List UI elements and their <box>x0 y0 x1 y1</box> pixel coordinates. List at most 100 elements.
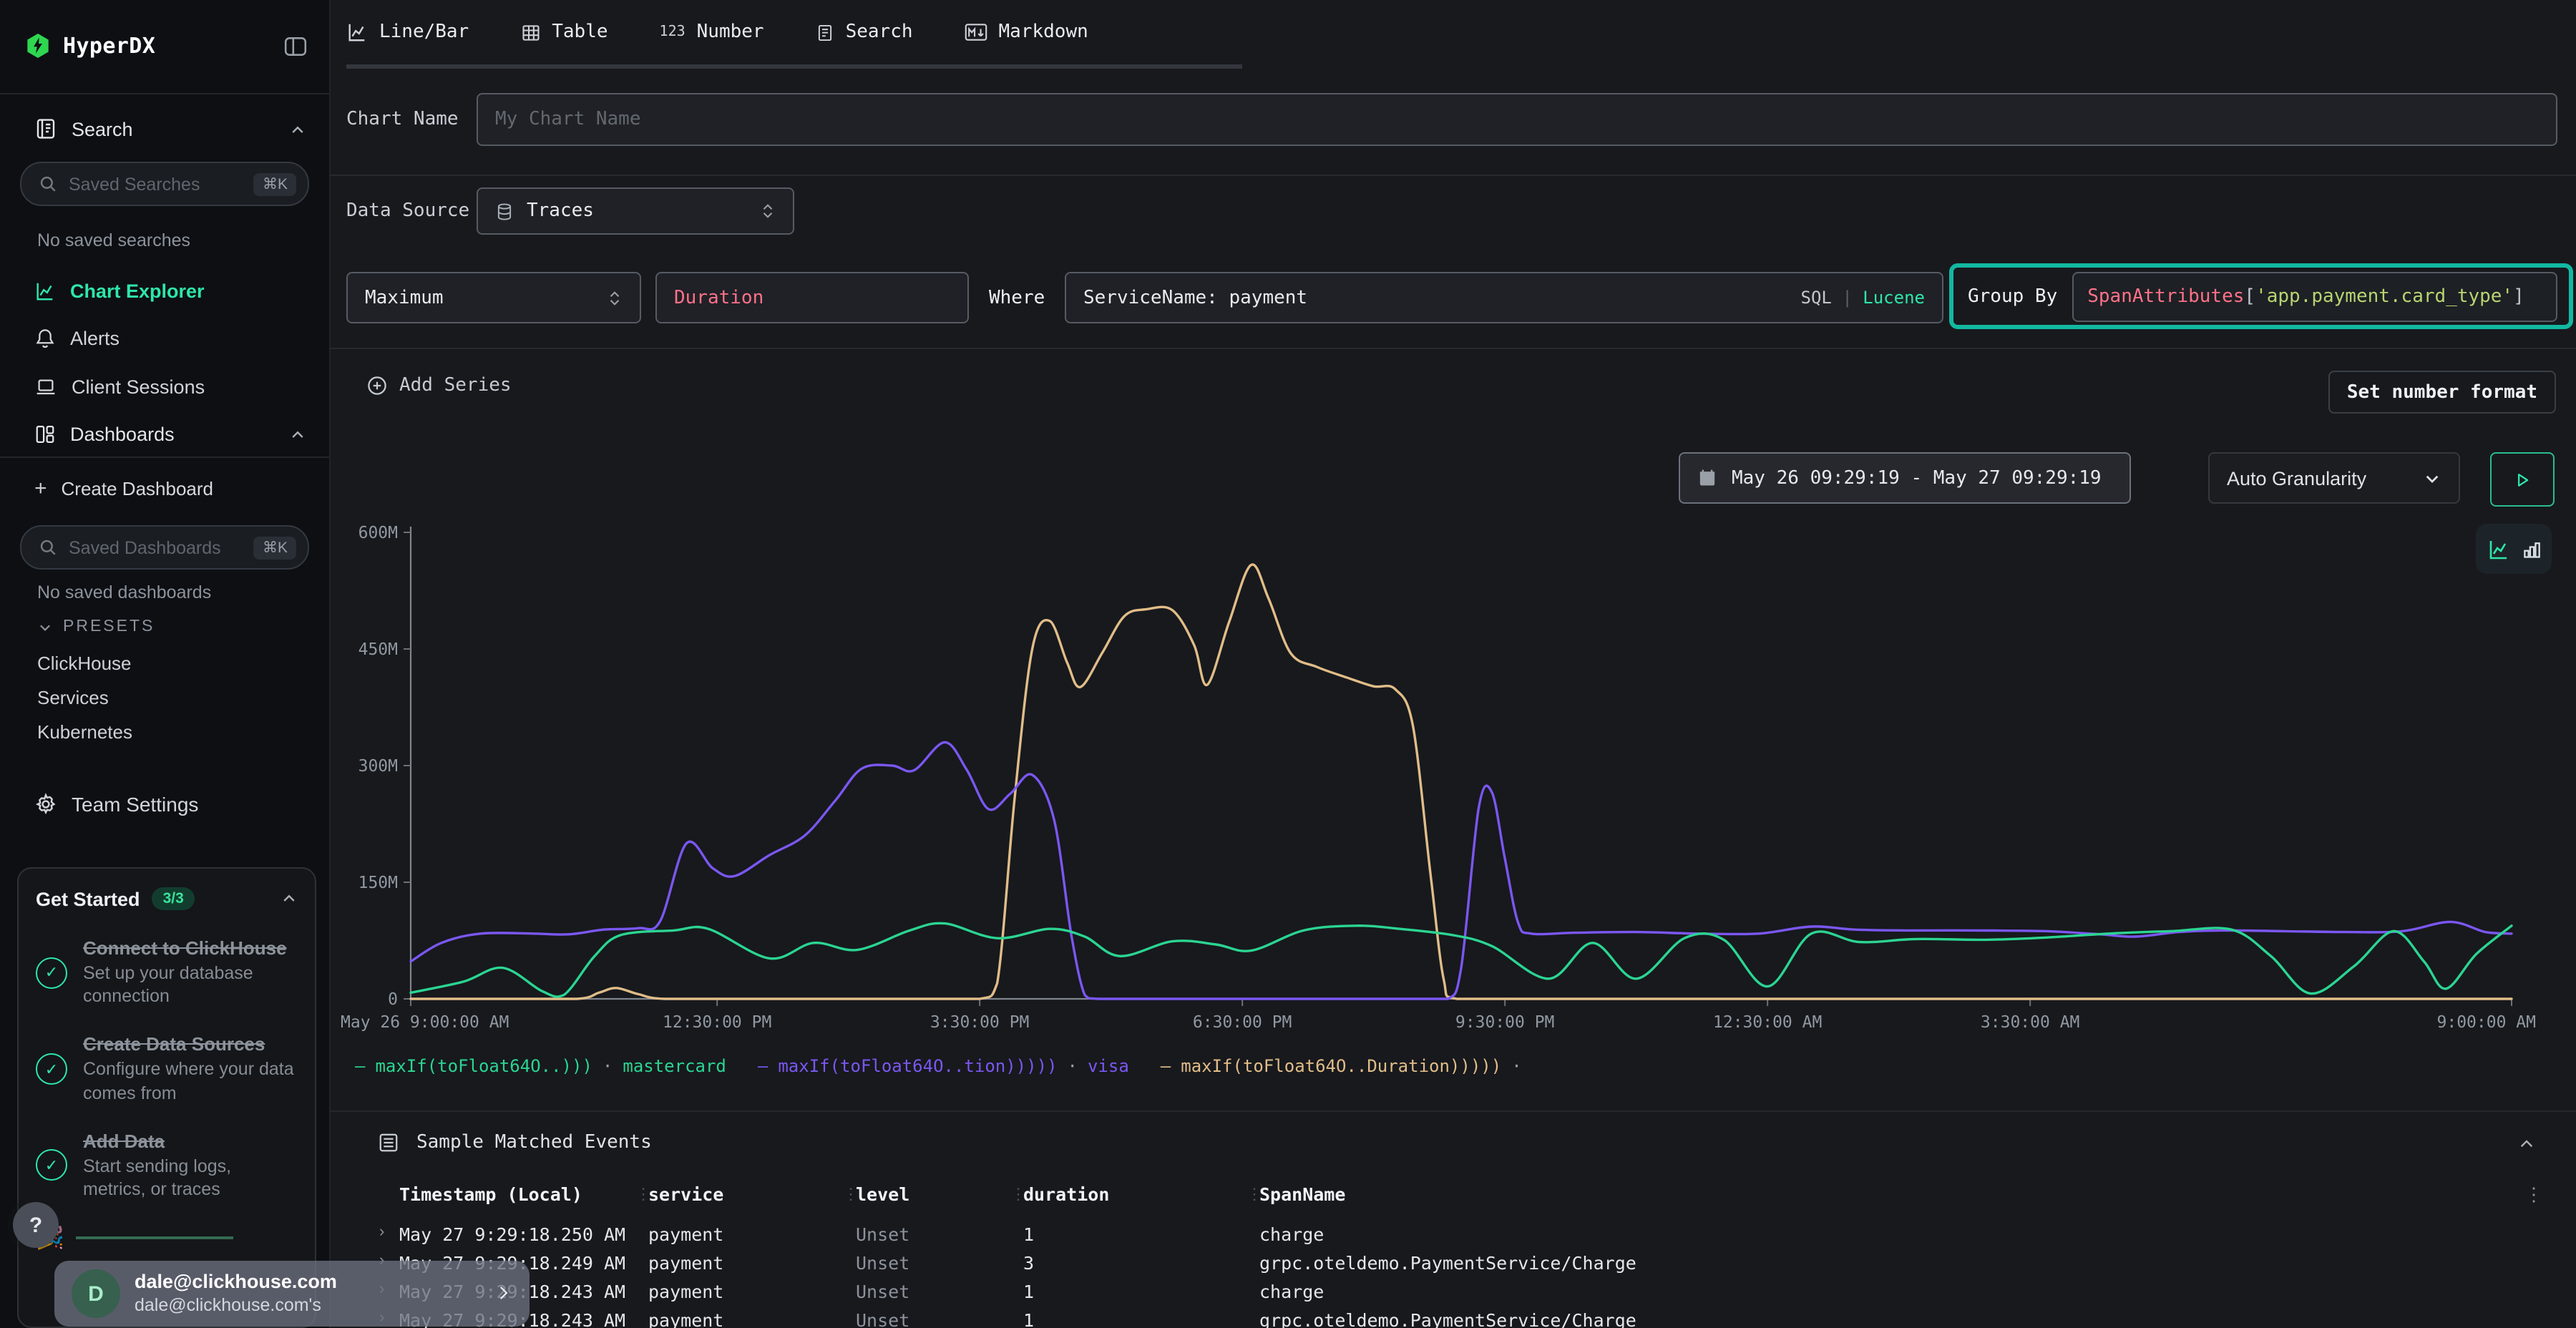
presets-label: PRESETS <box>63 618 155 635</box>
collapse-sidebar-button[interactable] <box>282 34 309 58</box>
language-separator: | <box>1842 288 1852 308</box>
field-value: Duration <box>674 287 763 308</box>
tab-label: Table <box>552 21 608 43</box>
group-by-highlight-box: Group By SpanAttributes['app.payment.car… <box>1949 263 2573 329</box>
get-started-card: Get Started 3/3 ✓Connect to ClickHouseSe… <box>17 867 316 1328</box>
tab-table[interactable]: Table <box>520 0 659 64</box>
preset-services[interactable]: Services <box>37 687 109 708</box>
get-started-item[interactable]: ✓Create Data SourcesConfigure where your… <box>36 1034 298 1105</box>
table-cell: payment <box>648 1281 723 1302</box>
tab-line-bar[interactable]: Line/Bar <box>346 0 520 64</box>
legend-expr[interactable]: maxIf(toFloat64O..Duration))))) <box>1181 1056 1501 1076</box>
legend-expr[interactable]: maxIf(toFloat64O..tion))))) <box>778 1056 1057 1076</box>
group-by-label: Group By <box>1968 285 2057 307</box>
create-dashboard-button[interactable]: + Create Dashboard <box>34 469 213 507</box>
sample-matched-events-section: Sample Matched Events Timestamp (Local) s… <box>329 1110 2576 1328</box>
run-query-button[interactable] <box>2490 452 2555 507</box>
time-range-input[interactable]: May 26 09:29:19 - May 27 09:29:19 <box>1679 452 2131 504</box>
table-row[interactable]: ›May 27 9:29:18.243 AMpaymentUnset1grpc.… <box>329 1307 2576 1328</box>
chevron-up-icon[interactable] <box>289 423 306 444</box>
tab-markdown[interactable]: Markdown <box>965 0 1140 64</box>
data-source-value: Traces <box>527 200 594 222</box>
column-header-service[interactable]: service <box>648 1183 723 1205</box>
expand-row-icon[interactable]: › <box>379 1224 384 1241</box>
table-row[interactable]: ›May 27 9:29:18.249 AMpaymentUnset3grpc.… <box>329 1249 2576 1278</box>
granularity-select[interactable]: Auto Granularity <box>2208 452 2460 504</box>
help-button[interactable]: ? <box>13 1202 59 1248</box>
brand-name: HyperDX <box>63 33 155 59</box>
legend-swatch: — <box>355 1056 365 1076</box>
plus-icon: + <box>34 476 47 500</box>
events-title: Sample Matched Events <box>416 1132 652 1153</box>
column-header-duration[interactable]: duration <box>1023 1183 1109 1205</box>
team-settings-label: Team Settings <box>72 793 198 816</box>
timeseries-chart[interactable]: 0150M300M450M600MMay 26 9:00:00 AM12:30:… <box>329 515 2576 1052</box>
table-row[interactable]: ›May 27 9:29:18.250 AMpaymentUnset1charg… <box>329 1221 2576 1249</box>
table-cell: Unset <box>856 1281 909 1302</box>
set-number-format-button[interactable]: Set number format <box>2328 371 2556 414</box>
get-started-item-title: Add Data <box>83 1131 298 1155</box>
lucene-toggle[interactable]: Lucene <box>1863 288 1925 308</box>
column-resize-handle[interactable]: ⋮ <box>635 1185 651 1204</box>
table-cell: 1 <box>1023 1224 1034 1245</box>
column-header-level[interactable]: level <box>856 1183 909 1205</box>
saved-searches-input[interactable]: Saved Searches ⌘K <box>20 162 309 206</box>
chart-svg: 0150M300M450M600MMay 26 9:00:00 AM12:30:… <box>329 515 2576 1052</box>
get-started-item[interactable]: ✓Connect to ClickHouseSet up your databa… <box>36 937 298 1008</box>
search-section: Search Saved Searches ⌘K No saved search… <box>0 93 329 458</box>
preset-clickhouse[interactable]: ClickHouse <box>37 653 132 674</box>
svg-text:3:30:00 PM: 3:30:00 PM <box>930 1013 1029 1032</box>
chevron-up-icon[interactable] <box>280 886 298 912</box>
presets-toggle[interactable]: PRESETS <box>37 618 155 635</box>
user-menu[interactable]: D dale@clickhouse.com dale@clickhouse.co… <box>54 1261 530 1327</box>
preset-kubernetes[interactable]: Kubernetes <box>37 721 132 743</box>
sql-toggle[interactable]: SQL <box>1801 288 1832 308</box>
database-icon <box>495 201 514 221</box>
sidebar-item-client-sessions[interactable]: Client Sessions <box>0 365 329 408</box>
chevron-up-icon[interactable] <box>2517 1132 2536 1158</box>
sidebar-item-search[interactable]: Search <box>0 106 329 152</box>
data-source-select[interactable]: Traces <box>477 187 794 235</box>
chart-legend: —maxIf(toFloat64O..)))·mastercard—maxIf(… <box>355 1056 1543 1076</box>
sidebar-item-alerts[interactable]: Alerts <box>0 317 329 360</box>
chevron-up-icon[interactable] <box>289 118 306 140</box>
chart-line-icon <box>346 21 368 43</box>
panel-collapse-icon <box>282 34 309 58</box>
tab-number[interactable]: 123Number <box>660 0 816 64</box>
events-table-header: Timestamp (Local) service level duration Spa… <box>329 1183 2576 1215</box>
field-input[interactable]: Duration <box>655 272 969 323</box>
where-input[interactable]: ServiceName: payment SQL | Lucene <box>1065 272 1943 323</box>
table-cell: 1 <box>1023 1281 1034 1302</box>
saved-dashboards-input[interactable]: Saved Dashboards ⌘K <box>20 525 309 570</box>
legend-expr[interactable]: maxIf(toFloat64O..))) <box>375 1056 592 1076</box>
tab-search[interactable]: Search <box>816 0 965 64</box>
sidebar-item-team-settings[interactable]: Team Settings <box>0 783 329 826</box>
list-icon <box>378 1132 399 1153</box>
chart-name-input[interactable]: My Chart Name <box>477 93 2557 146</box>
user-email: dale@clickhouse.com <box>135 1271 337 1295</box>
add-series-button[interactable]: Add Series <box>366 375 512 396</box>
group-by-input[interactable]: SpanAttributes['app.payment.card_type'] <box>2072 271 2557 321</box>
kebab-menu-icon[interactable]: ⋮ <box>2524 1183 2543 1206</box>
aggregation-select[interactable]: Maximum <box>346 272 641 323</box>
time-range-value: May 26 09:29:19 - May 27 09:29:19 <box>1732 467 2102 489</box>
search-icon <box>39 538 57 557</box>
column-header-timestamp-local-[interactable]: Timestamp (Local) <box>399 1183 582 1205</box>
data-source-label: Data Source <box>346 187 469 235</box>
table-row[interactable]: ›May 27 9:29:18.243 AMpaymentUnset1charg… <box>329 1278 2576 1307</box>
sidebar-item-dashboards[interactable]: Dashboards <box>0 412 329 455</box>
column-header-spanname[interactable]: SpanName <box>1259 1183 1345 1205</box>
get-started-item[interactable]: ✓Add DataStart sending logs, metrics, or… <box>36 1131 298 1201</box>
sidebar-item-chart-explorer[interactable]: Chart Explorer <box>0 269 329 312</box>
column-resize-handle[interactable]: ⋮ <box>1010 1185 1026 1204</box>
svg-text:12:30:00 AM: 12:30:00 AM <box>1713 1013 1822 1032</box>
column-resize-handle[interactable]: ⋮ <box>1246 1185 1262 1204</box>
journal-search-icon <box>34 117 57 140</box>
table-icon <box>520 22 540 42</box>
legend-separator: · <box>1068 1056 1078 1076</box>
column-resize-handle[interactable]: ⋮ <box>843 1185 859 1204</box>
svg-text:3:30:00 AM: 3:30:00 AM <box>1981 1013 2079 1032</box>
bell-icon <box>34 328 56 349</box>
svg-text:9:30:00 PM: 9:30:00 PM <box>1455 1013 1554 1032</box>
table-cell: grpc.oteldemo.PaymentService/Charge <box>1259 1252 1636 1274</box>
